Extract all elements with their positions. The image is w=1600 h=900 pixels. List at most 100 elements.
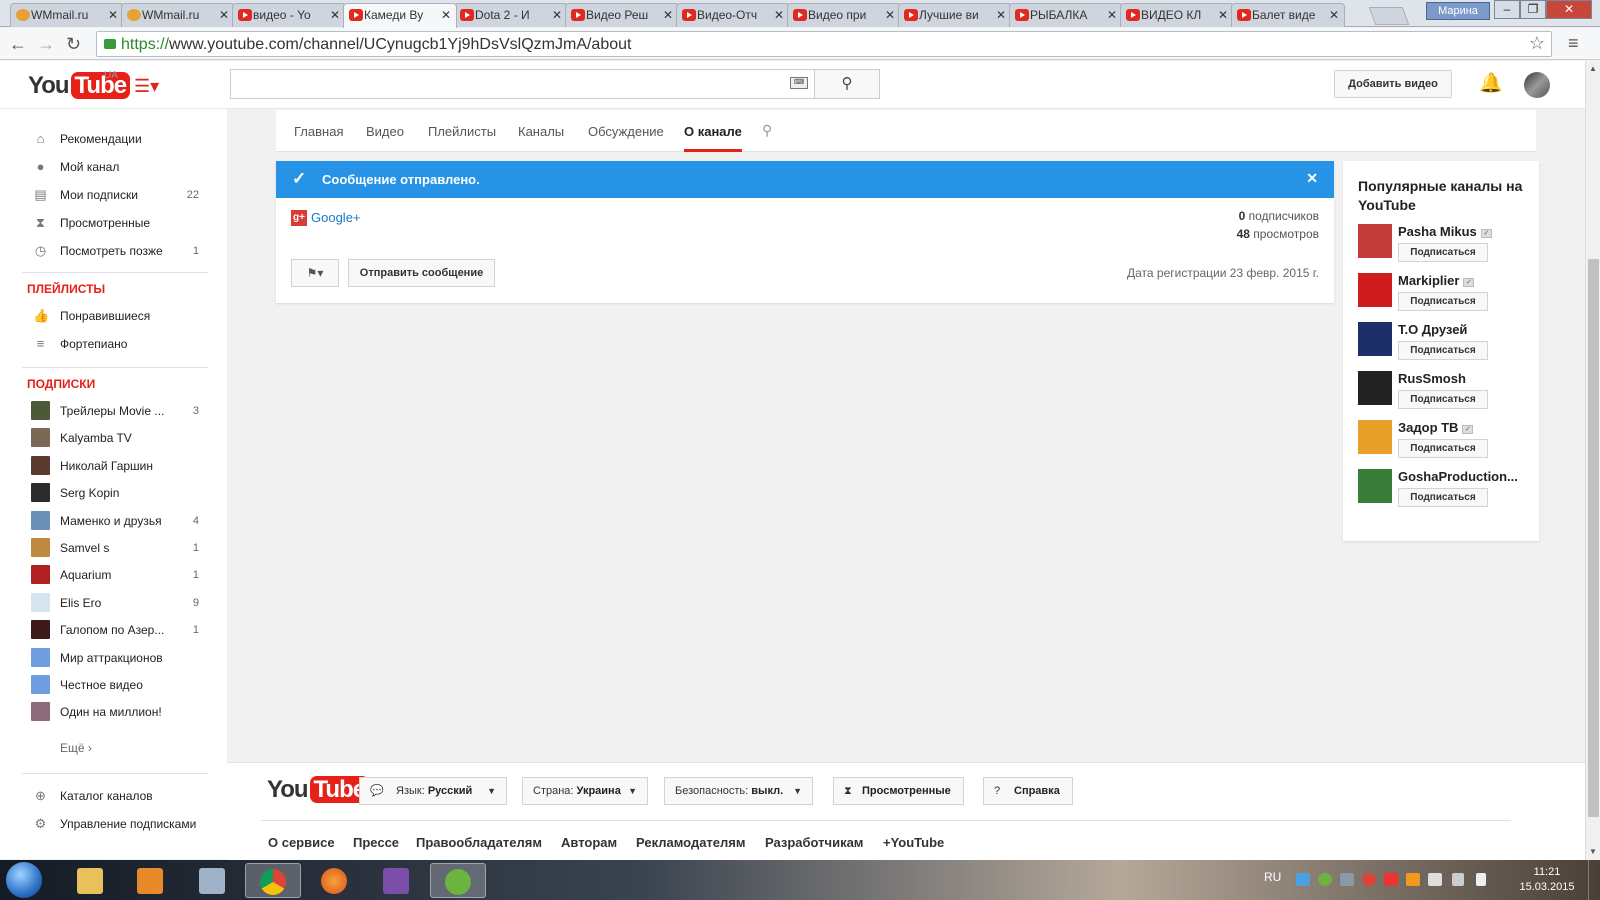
close-icon[interactable]: ✕ (1107, 4, 1117, 26)
footer-link[interactable]: Прессе (353, 835, 399, 850)
scroll-down-icon[interactable]: ▼ (1589, 847, 1597, 856)
sidebar-item-subscription[interactable]: Serg Kopin (0, 479, 227, 507)
guide-item-subscriptions[interactable]: ▤ Мои подписки 22 (0, 181, 227, 209)
channel-search-icon[interactable]: ⚲ (762, 122, 772, 139)
close-icon[interactable]: ✕ (108, 4, 118, 26)
browser-tab[interactable]: видео - Yo ✕ (232, 3, 346, 27)
close-icon[interactable]: ✕ (552, 4, 562, 26)
bookmark-star-icon[interactable]: ☆ (1529, 33, 1545, 54)
window-close-button[interactable]: ✕ (1546, 0, 1592, 19)
channel-thumbnail[interactable] (1358, 224, 1392, 258)
sidebar-item-subscription[interactable]: Честное видео (0, 671, 227, 699)
playlists-heading[interactable]: ПЛЕЙЛИСТЫ (27, 282, 105, 296)
rss-tray-icon[interactable] (1406, 873, 1420, 886)
send-message-button[interactable]: Отправить сообщение (348, 259, 495, 287)
channel-name-link[interactable]: Markiplier ✓ (1398, 273, 1536, 288)
input-language[interactable]: RU (1264, 870, 1281, 884)
start-button[interactable] (6, 862, 42, 898)
system-clock[interactable]: 11:21 15.03.2015 (1514, 865, 1580, 895)
browser-tab[interactable]: Балет виде ✕ (1231, 3, 1345, 27)
sidebar-item-subscription[interactable]: Мир аттракционов (0, 644, 227, 672)
browser-tab[interactable]: РЫБАЛКА ✕ (1009, 3, 1123, 27)
scrollbar-thumb[interactable] (1588, 259, 1599, 817)
browser-tab[interactable]: Видео при ✕ (787, 3, 901, 27)
guide-item-manage-subscriptions[interactable]: ⚙ Управление подписками (0, 810, 227, 838)
chrome-tray-icon[interactable] (1362, 873, 1376, 886)
close-icon[interactable]: ✕ (1218, 4, 1228, 26)
show-desktop-button[interactable] (1588, 860, 1600, 900)
browser-menu-icon[interactable]: ≡ (1568, 33, 1579, 54)
channel-name-link[interactable]: RusSmosh (1398, 371, 1536, 386)
google-plus-link[interactable]: Google+ (311, 210, 361, 225)
guide-item-my-channel[interactable]: ● Мой канал (0, 153, 227, 181)
sidebar-item-subscription[interactable]: Трейлеры Movie ... 3 (0, 397, 227, 425)
maximize-button[interactable]: ❐ (1520, 0, 1546, 19)
browser-tab-active[interactable]: Камеди Ву ✕ (343, 3, 457, 28)
close-icon[interactable]: ✕ (774, 4, 784, 26)
sidebar-item-subscription[interactable]: Николай Гаршин (0, 452, 227, 480)
sidebar-item-subscription[interactable]: Kalyamba TV (0, 424, 227, 452)
forward-icon[interactable]: → (37, 34, 55, 54)
keyboard-icon[interactable]: ⌨ (790, 77, 808, 89)
history-button[interactable]: ⧗ Просмотренные (833, 777, 964, 805)
guide-item-history[interactable]: ⧗ Просмотренные (0, 209, 227, 237)
bell-icon[interactable]: 🔔 (1479, 71, 1503, 95)
browser-tab[interactable]: Dota 2 - И ✕ (454, 3, 568, 27)
browser-tab[interactable]: Лучшие ви ✕ (898, 3, 1012, 27)
channel-thumbnail[interactable] (1358, 273, 1392, 307)
youtube-logo[interactable]: You Tube (267, 776, 370, 804)
tab-channels[interactable]: Каналы (518, 124, 564, 139)
close-icon[interactable]: ✕ (885, 4, 895, 26)
signal-tray-icon[interactable] (1452, 873, 1464, 886)
explorer-taskbar-button[interactable] (62, 863, 118, 898)
calculator-taskbar-button[interactable] (184, 863, 240, 898)
channel-thumbnail[interactable] (1358, 420, 1392, 454)
footer-link[interactable]: +YouTube (883, 835, 944, 850)
tab-videos[interactable]: Видео (366, 124, 404, 139)
browser-tab[interactable]: WMmail.ru ✕ (121, 3, 235, 27)
printer-tray-icon[interactable] (1428, 873, 1442, 886)
subscribe-button[interactable]: Подписаться (1398, 390, 1488, 409)
close-icon[interactable]: ✕ (330, 4, 340, 26)
guide-item-channel-catalog[interactable]: ⊕ Каталог каналов (0, 782, 227, 810)
sidebar-item-subscription[interactable]: Галопом по Азер... 1 (0, 616, 227, 644)
help-button[interactable]: ? Справка (983, 777, 1073, 805)
scroll-up-icon[interactable]: ▲ (1589, 64, 1597, 73)
utorrent-tray-icon[interactable] (1318, 873, 1332, 886)
media-taskbar-button[interactable] (122, 863, 178, 898)
country-picker[interactable]: Страна: Украина ▼ (522, 777, 648, 805)
close-icon[interactable]: ✕ (663, 4, 673, 26)
channel-name-link[interactable]: Задор ТВ ✓ (1398, 420, 1536, 435)
subscribe-button[interactable]: Подписаться (1398, 488, 1488, 507)
flag-button[interactable]: ⚑▾ (291, 259, 339, 287)
back-icon[interactable]: ← (9, 34, 27, 54)
avatar[interactable] (1524, 72, 1550, 98)
close-icon[interactable]: ✕ (1306, 170, 1318, 187)
footer-link[interactable]: Правообладателям (416, 835, 542, 850)
subscribe-button[interactable]: Подписаться (1398, 292, 1488, 311)
sidebar-item-subscription[interactable]: Elis Ero 9 (0, 589, 227, 617)
visual-studio-taskbar-button[interactable] (368, 863, 424, 898)
language-picker[interactable]: 💬 Язык: Русский ▼ (359, 777, 507, 805)
subscribe-button[interactable]: Подписаться (1398, 341, 1488, 360)
channel-thumbnail[interactable] (1358, 469, 1392, 503)
channel-name-link[interactable]: Т.О Друзей (1398, 322, 1536, 337)
sidebar-item-subscription[interactable]: Samvel s 1 (0, 534, 227, 562)
subscribe-button[interactable]: Подписаться (1398, 243, 1488, 262)
chrome-taskbar-button[interactable] (245, 863, 301, 898)
close-icon[interactable]: ✕ (1329, 4, 1339, 26)
search-button[interactable]: ⚲ (814, 69, 880, 99)
safety-picker[interactable]: Безопасность: выкл. ▼ (664, 777, 813, 805)
channel-thumbnail[interactable] (1358, 322, 1392, 356)
footer-link[interactable]: Авторам (561, 835, 617, 850)
tab-playlists[interactable]: Плейлисты (428, 124, 496, 139)
close-icon[interactable]: ✕ (219, 4, 229, 26)
tab-home[interactable]: Главная (294, 124, 343, 139)
upload-button[interactable]: Добавить видео (1334, 70, 1452, 98)
url-field[interactable]: https://www.youtube.com/channel/UCynugcb… (96, 31, 1552, 57)
search-input[interactable]: ⌨ (230, 69, 814, 99)
subscriptions-heading[interactable]: ПОДПИСКИ (27, 377, 95, 391)
new-tab-button[interactable] (1368, 7, 1410, 25)
tool-tray-icon[interactable] (1384, 873, 1398, 886)
guide-item-watch-later[interactable]: ◷ Посмотреть позже 1 (0, 237, 227, 265)
